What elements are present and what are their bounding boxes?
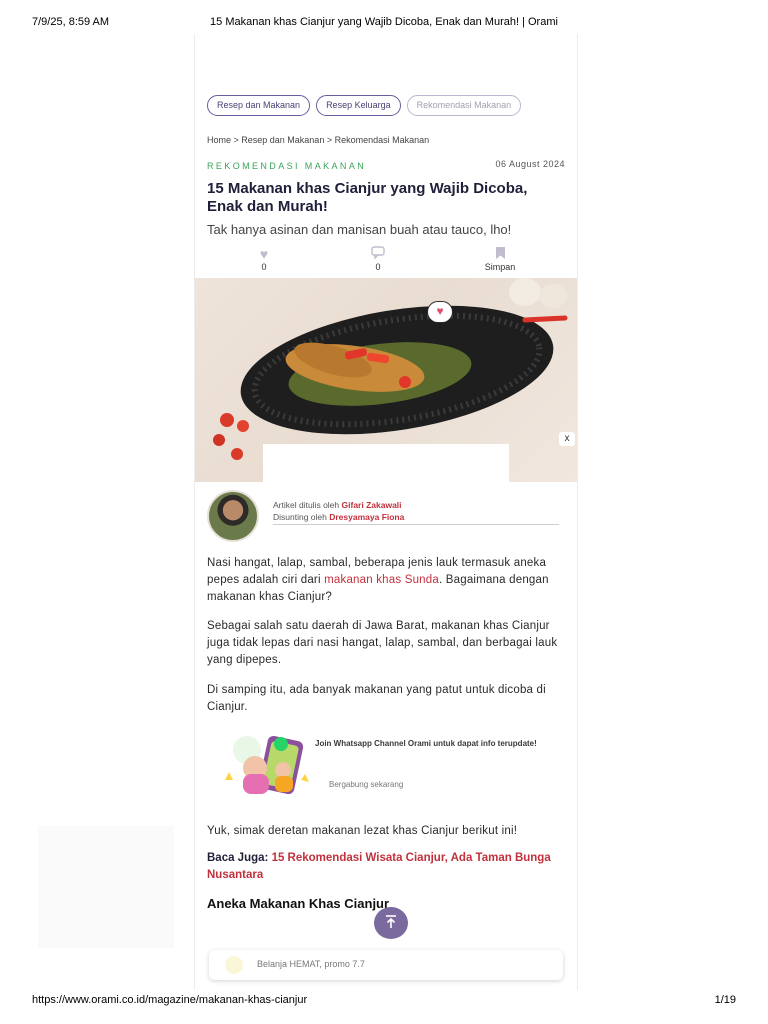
promo-text: Belanja HEMAT, promo 7.7 bbox=[257, 959, 365, 969]
author-block: Artikel ditulis oleh Gifari Zakawali Dis… bbox=[207, 490, 567, 542]
heart-bubble-icon[interactable]: ♥ bbox=[427, 301, 453, 323]
written-prefix: Artikel ditulis oleh bbox=[273, 500, 342, 510]
page-title: 15 Makanan khas Cianjur yang Wajib Dicob… bbox=[207, 180, 528, 215]
whatsapp-promo-illustration bbox=[225, 735, 309, 795]
avatar bbox=[207, 490, 259, 542]
print-url: https://www.orami.co.id/magazine/makanan… bbox=[32, 994, 308, 1006]
save-button[interactable]: Simpan bbox=[470, 246, 530, 272]
join-now-button[interactable]: Bergabung sekarang bbox=[329, 780, 403, 789]
paragraph-4: Yuk, simak deretan makanan lezat khas Ci… bbox=[207, 825, 518, 837]
category-chips: Resep dan Makanan Resep Keluarga Rekomen… bbox=[207, 95, 522, 116]
author-lines: Artikel ditulis oleh Gifari Zakawali Dis… bbox=[273, 499, 404, 523]
article-category[interactable]: REKOMENDASI MAKANAN bbox=[207, 161, 366, 171]
written-by-line: Artikel ditulis oleh Gifari Zakawali bbox=[273, 499, 404, 511]
comment-icon bbox=[348, 246, 408, 262]
print-header: 7/9/25, 8:59 AM 15 Makanan khas Cianjur … bbox=[32, 16, 736, 30]
print-footer: https://www.orami.co.id/magazine/makanan… bbox=[32, 994, 736, 1008]
heart-icon: ♥ bbox=[259, 246, 269, 262]
writer-link[interactable]: Gifari Zakawali bbox=[342, 500, 402, 510]
save-label: Simpan bbox=[484, 262, 516, 272]
article-date: 06 August 2024 bbox=[495, 159, 565, 169]
close-ad-button[interactable]: x bbox=[559, 432, 575, 446]
print-page-number: 1/19 bbox=[714, 994, 736, 1006]
edited-by-line: Disunting oleh Dresyamaya Fiona bbox=[273, 511, 404, 523]
paragraph-1: Nasi hangat, lalap, sambal, beberapa jen… bbox=[207, 555, 567, 606]
promo-bar[interactable]: Belanja HEMAT, promo 7.7 bbox=[209, 950, 563, 980]
chip-resep-keluarga[interactable]: Resep Keluarga bbox=[316, 95, 401, 116]
like-count: 0 bbox=[261, 262, 267, 272]
whatsapp-channel-card[interactable]: Join Whatsapp Channel Orami untuk dapat … bbox=[211, 726, 559, 804]
scroll-top-button[interactable] bbox=[374, 907, 408, 939]
edited-prefix: Disunting oleh bbox=[273, 512, 330, 522]
comment-count: 0 bbox=[375, 262, 381, 272]
chip-resep-dan-makanan[interactable]: Resep dan Makanan bbox=[207, 95, 311, 116]
side-ad-placeholder bbox=[38, 826, 174, 948]
paragraph-3: Di samping itu, ada banyak makanan yang … bbox=[207, 684, 546, 713]
makanan-khas-sunda-link[interactable]: makanan khas Sunda bbox=[324, 574, 439, 586]
whatsapp-card-title: Join Whatsapp Channel Orami untuk dapat … bbox=[315, 739, 537, 748]
divider bbox=[273, 524, 559, 525]
editor-link[interactable]: Dresyamaya Fiona bbox=[329, 512, 404, 522]
baca-juga-label: Baca Juga: bbox=[207, 852, 272, 864]
print-doc-title: 15 Makanan khas Cianjur yang Wajib Dicob… bbox=[210, 16, 558, 28]
ad-slot bbox=[263, 444, 509, 482]
article-actions: ♥ 0 0 Simpan bbox=[195, 246, 577, 276]
arrow-up-icon bbox=[386, 915, 396, 929]
comment-button[interactable]: 0 bbox=[348, 246, 408, 272]
article-subtitle: Tak hanya asinan dan manisan buah atau t… bbox=[207, 222, 512, 237]
promo-icon bbox=[225, 956, 243, 974]
paragraph-2: Sebagai salah satu daerah di Jawa Barat,… bbox=[207, 620, 558, 666]
bookmark-icon bbox=[470, 246, 530, 262]
article-column: Resep dan Makanan Resep Keluarga Rekomen… bbox=[194, 34, 578, 990]
section-title: Aneka Makanan Khas Cianjur bbox=[207, 896, 390, 911]
like-button[interactable]: ♥ 0 bbox=[234, 246, 294, 272]
baca-juga: Baca Juga: 15 Rekomendasi Wisata Cianjur… bbox=[207, 850, 567, 884]
breadcrumb[interactable]: Home > Resep dan Makanan > Rekomendasi M… bbox=[207, 135, 429, 145]
chip-rekomendasi-makanan[interactable]: Rekomendasi Makanan bbox=[406, 95, 522, 116]
